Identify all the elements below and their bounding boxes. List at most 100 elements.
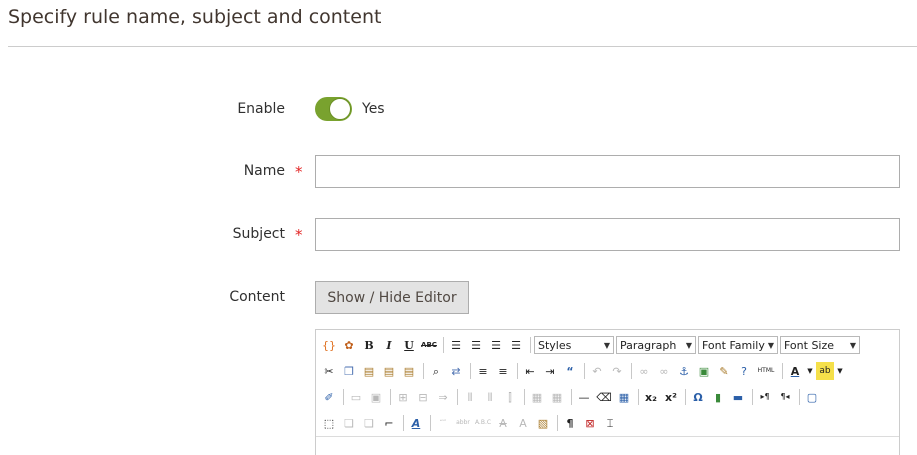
merge-cells-icon[interactable]: ▦	[548, 388, 566, 406]
align-center-icon[interactable]: ☰	[467, 336, 485, 354]
font-family-select[interactable]: Font Family ▼	[698, 336, 778, 354]
superscript-icon[interactable]: x²	[662, 388, 680, 406]
numbered-list-icon[interactable]: ≡	[494, 362, 512, 380]
format-select[interactable]: Paragraph ▼	[616, 336, 696, 354]
insert-widget-icon[interactable]: ✿	[340, 336, 358, 354]
link-icon[interactable]: ∞	[635, 362, 653, 380]
toolbar-separator	[557, 415, 558, 431]
align-justify-icon[interactable]: ☰	[507, 336, 525, 354]
del-icon[interactable]: A	[494, 414, 512, 432]
font-color-dropdown-icon[interactable]: ▼	[806, 362, 814, 380]
align-left-icon[interactable]: ☰	[447, 336, 465, 354]
enable-toggle[interactable]	[315, 97, 352, 121]
help-icon[interactable]: ?	[735, 362, 753, 380]
outdent-icon[interactable]: ⇤	[521, 362, 539, 380]
highlight-color-icon[interactable]: ab	[816, 362, 834, 380]
toolbar-separator	[530, 337, 531, 353]
toolbar-separator	[343, 389, 344, 405]
toolbar-separator	[457, 389, 458, 405]
backward-icon[interactable]: ❏	[360, 414, 378, 432]
rtl-icon[interactable]: ¶◂	[776, 388, 794, 406]
row-props-icon[interactable]: ⊞	[394, 388, 412, 406]
edit-css-icon[interactable]: ✐	[320, 388, 338, 406]
col-after-icon[interactable]: ⫴	[481, 388, 499, 406]
acronym-icon[interactable]: A.B.C	[474, 414, 492, 432]
paste-text-icon[interactable]: ▤	[380, 362, 398, 380]
italic-icon[interactable]: I	[380, 336, 398, 354]
undo-icon[interactable]: ↶	[588, 362, 606, 380]
delete-col-icon[interactable]: ⫿	[501, 388, 519, 406]
cite-icon[interactable]: “”	[434, 414, 452, 432]
enable-state-text: Yes	[362, 101, 385, 117]
split-cells-icon[interactable]: ▦	[528, 388, 546, 406]
cell-props-icon[interactable]: ⊟	[414, 388, 432, 406]
copy-icon[interactable]: ❐	[340, 362, 358, 380]
toolbar-separator	[430, 415, 431, 431]
style-props-icon[interactable]: A	[407, 414, 425, 432]
col-before-icon[interactable]: ⫴	[461, 388, 479, 406]
toggle-knob	[329, 98, 351, 120]
forward-icon[interactable]: ❏	[340, 414, 358, 432]
chevron-down-icon: ▼	[767, 340, 774, 350]
styles-select[interactable]: Styles ▼	[534, 336, 614, 354]
unlink-icon[interactable]: ∞	[655, 362, 673, 380]
toolbar-row-2: ✂ ❐ ▤ ▤ ▤ ⌕ ⇄ ≡ ≡ ⇤ ⇥ “ ↶ ↷ ∞ ∞ ⚓ ▣ ✎ ? …	[320, 360, 846, 382]
ins-icon[interactable]: A	[514, 414, 532, 432]
image-icon[interactable]: ▣	[695, 362, 713, 380]
replace-icon[interactable]: ⇄	[447, 362, 465, 380]
bold-icon[interactable]: B	[360, 336, 378, 354]
anchor-icon[interactable]: ⚓	[675, 362, 693, 380]
name-label: Name	[243, 163, 285, 179]
remove-format-icon[interactable]: ⌫	[595, 388, 613, 406]
redo-icon[interactable]: ↷	[608, 362, 626, 380]
blockquote-icon[interactable]: “	[561, 362, 579, 380]
editor-content-area[interactable]	[316, 436, 899, 455]
ltr-icon[interactable]: ▸¶	[756, 388, 774, 406]
toolbar-row-3: ✐ ▭ ▣ ⊞ ⊟ ⇒ ⫴ ⫴ ⫿ ▦ ▦ — ⌫ ▦ x₂ x² Ω ▮ ▬ …	[320, 386, 823, 408]
attribs-icon[interactable]: ▧	[534, 414, 552, 432]
toolbar-separator	[517, 363, 518, 379]
row-before-icon[interactable]: ⇒	[434, 388, 452, 406]
name-input[interactable]	[315, 155, 900, 188]
pagebreak-icon[interactable]: ⌶	[601, 414, 619, 432]
strikethrough-icon[interactable]: ABC	[420, 336, 438, 354]
paste-icon[interactable]: ▤	[360, 362, 378, 380]
find-icon[interactable]: ⌕	[427, 362, 445, 380]
font-size-select[interactable]: Font Size ▼	[780, 336, 860, 354]
table-icon[interactable]: ▦	[615, 388, 633, 406]
paste-word-icon[interactable]: ▤	[400, 362, 418, 380]
toolbar-separator	[782, 363, 783, 379]
chevron-down-icon: ▼	[603, 340, 610, 350]
insert-div-icon[interactable]: ⬚	[320, 414, 338, 432]
highlight-dropdown-icon[interactable]: ▼	[836, 362, 844, 380]
html-source-icon[interactable]: HTML	[755, 362, 777, 380]
cut-icon[interactable]: ✂	[320, 362, 338, 380]
toolbar-separator	[638, 389, 639, 405]
bullet-list-icon[interactable]: ≡	[474, 362, 492, 380]
underline-icon[interactable]: U	[400, 336, 418, 354]
move-layer-icon[interactable]: ▣	[367, 388, 385, 406]
horizontal-rule-icon[interactable]: —	[575, 388, 593, 406]
font-color-icon[interactable]: A	[786, 362, 804, 380]
abbr-icon[interactable]: abbr	[454, 414, 472, 432]
insert-layer-icon[interactable]: ▭	[347, 388, 365, 406]
advanced-hr-icon[interactable]: ▬	[729, 388, 747, 406]
special-char-icon[interactable]: Ω	[689, 388, 707, 406]
absolute-icon[interactable]: ⌐	[380, 414, 398, 432]
insert-variable-icon[interactable]: {}	[320, 336, 338, 354]
show-hide-editor-button[interactable]: Show / Hide Editor	[315, 281, 469, 314]
subscript-icon[interactable]: x₂	[642, 388, 660, 406]
visual-chars-icon[interactable]: ¶	[561, 414, 579, 432]
indent-icon[interactable]: ⇥	[541, 362, 559, 380]
subject-input[interactable]	[315, 218, 900, 251]
nonbreaking-icon[interactable]: ⊠	[581, 414, 599, 432]
fullscreen-icon[interactable]: ▢	[803, 388, 821, 406]
toolbar-separator	[443, 337, 444, 353]
section-divider	[8, 46, 917, 47]
align-right-icon[interactable]: ☰	[487, 336, 505, 354]
wysiwyg-editor: {} ✿ B I U ABC ☰ ☰ ☰ ☰ Styles ▼ Paragraph…	[315, 329, 900, 455]
cleanup-icon[interactable]: ✎	[715, 362, 733, 380]
toolbar-separator	[799, 389, 800, 405]
section-title: Specify rule name, subject and content	[8, 6, 382, 28]
media-icon[interactable]: ▮	[709, 388, 727, 406]
